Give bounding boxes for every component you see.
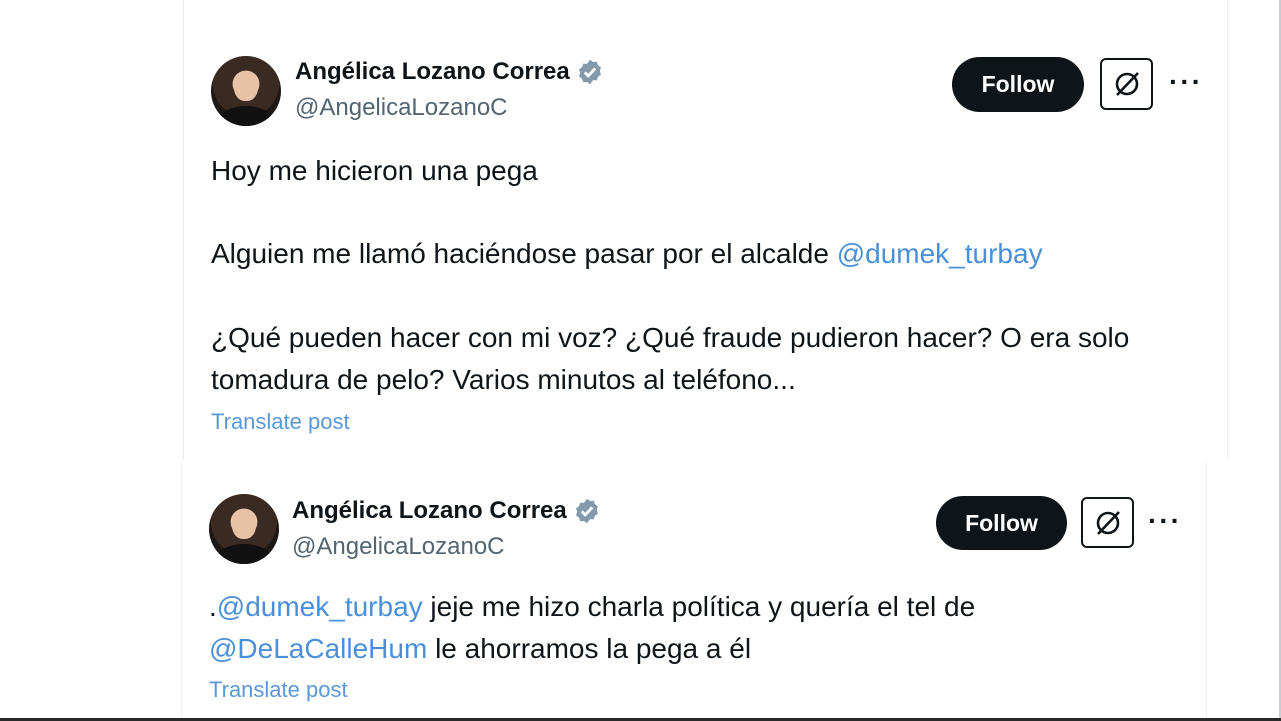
tweet-card: Angélica Lozano Correa @AngelicaLozanoC … [184, 0, 1227, 460]
card-border [1206, 462, 1207, 721]
tweet-card: Angélica Lozano Correa @AngelicaLozanoC … [182, 462, 1206, 718]
tweet-text-line: Alguien me llamó haciéndose pasar por el… [211, 233, 1043, 275]
mention-link[interactable]: @DeLaCalleHum [209, 633, 427, 664]
tweet-text: Hoy me hicieron una pega [211, 155, 538, 186]
follow-button[interactable]: Follow [936, 496, 1067, 550]
author-name[interactable]: Angélica Lozano Correa [292, 497, 601, 525]
grok-icon [1115, 72, 1139, 96]
card-border [1227, 0, 1228, 460]
author-handle[interactable]: @AngelicaLozanoC [292, 533, 505, 561]
author-name-text[interactable]: Angélica Lozano Correa [292, 497, 567, 525]
author-handle[interactable]: @AngelicaLozanoC [295, 94, 508, 122]
more-options-icon[interactable]: ··· [1148, 507, 1182, 535]
tweet-text-line: @DeLaCalleHum le ahorramos la pega a él [209, 628, 751, 670]
author-name-text[interactable]: Angélica Lozano Correa [295, 58, 570, 86]
translate-post-link[interactable]: Translate post [211, 409, 350, 435]
avatar[interactable] [209, 494, 279, 564]
grok-icon [1096, 510, 1120, 535]
verified-badge-icon [575, 498, 598, 524]
tweet-text-line: ¿Qué pueden hacer con mi voz? ¿Qué fraud… [211, 317, 1129, 359]
follow-button[interactable]: Follow [952, 57, 1084, 112]
tweet-text: . [209, 591, 217, 622]
tweet-text: tomadura de pelo? Varios minutos al telé… [211, 364, 796, 395]
grok-button[interactable] [1100, 58, 1153, 110]
tweet-text: le ahorramos la pega a él [427, 633, 752, 664]
tweet-text-line: Hoy me hicieron una pega [211, 150, 538, 192]
mention-link[interactable]: @dumek_turbay [217, 591, 423, 622]
more-options-icon[interactable]: ··· [1169, 68, 1203, 96]
author-name[interactable]: Angélica Lozano Correa [295, 58, 604, 86]
verified-badge-icon [578, 59, 601, 85]
tweet-text-line: .@dumek_turbay jeje me hizo charla polít… [209, 586, 975, 628]
translate-post-link[interactable]: Translate post [209, 677, 348, 703]
grok-button[interactable] [1081, 497, 1134, 548]
tweet-text-line: tomadura de pelo? Varios minutos al telé… [211, 359, 796, 401]
mention-link[interactable]: @dumek_turbay [837, 238, 1043, 269]
tweet-text: jeje me hizo charla política y quería el… [422, 591, 976, 622]
tweet-text: ¿Qué pueden hacer con mi voz? ¿Qué fraud… [211, 322, 1130, 353]
avatar[interactable] [211, 56, 281, 126]
tweet-text: Alguien me llamó haciéndose pasar por el… [211, 238, 837, 269]
